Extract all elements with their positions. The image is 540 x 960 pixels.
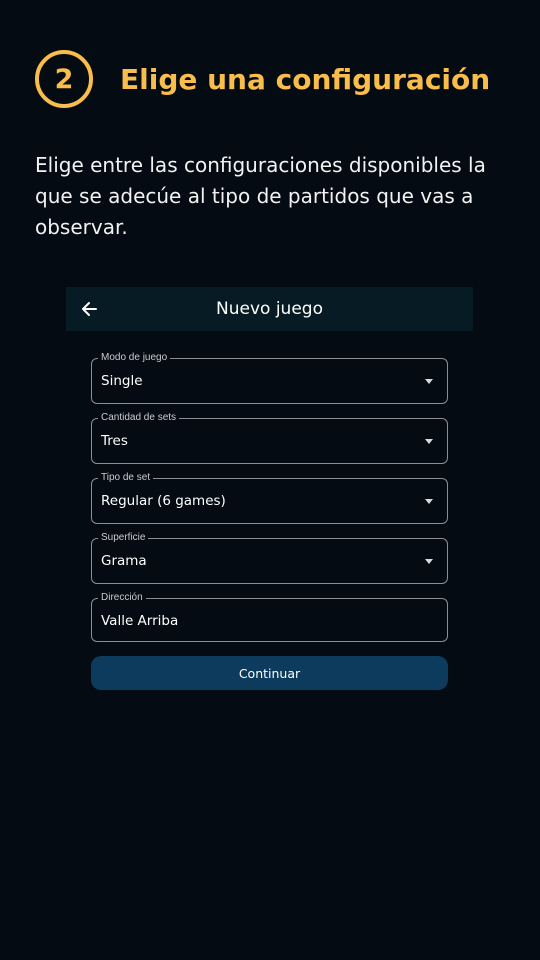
back-button[interactable]	[78, 298, 100, 320]
dropdown-arrow-icon	[425, 379, 433, 384]
continue-button[interactable]: Continuar	[91, 656, 448, 690]
app-bar: Nuevo juego	[66, 287, 473, 331]
app-bar-title: Nuevo juego	[216, 299, 323, 319]
field-label: Superficie	[98, 532, 149, 544]
sets-count-select[interactable]: Cantidad de sets Tres	[91, 412, 448, 464]
step-description: Elige entre las configuraciones disponib…	[35, 153, 486, 239]
field-value: Tres	[101, 433, 128, 449]
arrow-left-icon	[82, 302, 97, 316]
dropdown-arrow-icon	[425, 559, 433, 564]
dropdown-arrow-icon	[425, 439, 433, 444]
surface-select[interactable]: Superficie Grama	[91, 532, 448, 584]
field-label: Tipo de set	[98, 472, 154, 484]
field-value: Regular (6 games)	[101, 493, 226, 509]
set-type-select[interactable]: Tipo de set Regular (6 games)	[91, 472, 448, 524]
step-number-badge: 2	[35, 50, 93, 108]
field-value: Valle Arriba	[101, 613, 179, 629]
field-value: Grama	[101, 553, 147, 569]
app-preview: Nuevo juego Modo de juego Single Cantida…	[66, 287, 473, 690]
field-label: Modo de juego	[98, 352, 171, 364]
step-number: 2	[54, 63, 74, 95]
new-game-form: Modo de juego Single Cantidad de sets Tr…	[66, 352, 473, 690]
field-label: Cantidad de sets	[98, 412, 180, 424]
field-value: Single	[101, 373, 143, 389]
step-header: 2 Elige una configuración	[35, 50, 490, 108]
step-title: Elige una configuración	[120, 62, 491, 96]
dropdown-arrow-icon	[425, 499, 433, 504]
game-mode-select[interactable]: Modo de juego Single	[91, 352, 448, 404]
address-input[interactable]: Dirección Valle Arriba	[91, 592, 448, 642]
field-label: Dirección	[98, 592, 146, 604]
